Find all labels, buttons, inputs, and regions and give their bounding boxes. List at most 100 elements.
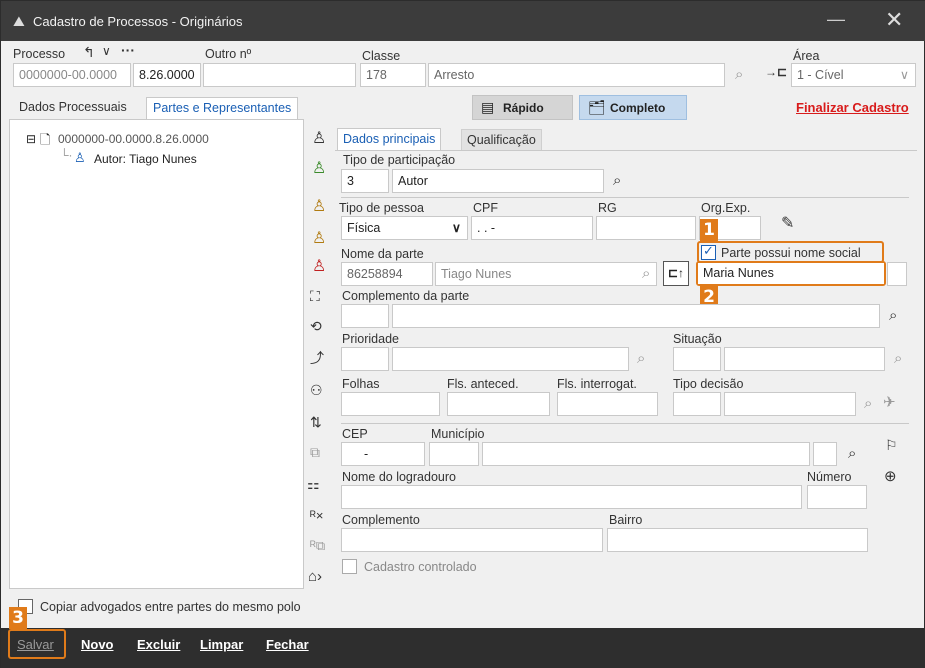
tree-child-label[interactable]: Autor: Tiago Nunes xyxy=(94,152,197,166)
tipo-participacao-name-input[interactable]: Autor xyxy=(392,169,604,193)
more-icon[interactable]: ··· xyxy=(121,43,135,57)
tab-qualificacao[interactable]: Qualificação xyxy=(461,129,542,151)
search-icon[interactable]: ⌕ xyxy=(889,308,897,323)
tab-dados-principais[interactable]: Dados principais xyxy=(337,128,442,150)
finalizar-cadastro-link[interactable]: Finalizar Cadastro xyxy=(796,100,909,115)
back-arrow-icon[interactable]: ↰ xyxy=(83,45,95,59)
divider xyxy=(341,197,909,198)
window-title: Cadastro de Processos - Originários xyxy=(33,14,243,29)
limpar-button[interactable]: Limpar xyxy=(198,637,245,652)
folhas-input[interactable] xyxy=(341,392,440,416)
tab-dados-processuais[interactable]: Dados Processuais xyxy=(13,97,133,119)
nome-parte-label: Nome da parte xyxy=(341,247,424,261)
prioridade-input[interactable] xyxy=(392,347,629,371)
swap-name-button[interactable]: ⊏↑ xyxy=(663,261,689,286)
person-copy-icon[interactable]: ᴿ⧉ xyxy=(310,539,325,552)
sort-icon[interactable]: ⇅ xyxy=(310,415,322,429)
situacao-code-input[interactable] xyxy=(673,347,721,371)
map-icon[interactable]: ⚐ xyxy=(885,438,898,452)
view-rapido-button[interactable]: ▤ Rápido xyxy=(472,95,573,120)
party-3-icon[interactable]: ♙ xyxy=(312,199,326,215)
view-completo-button[interactable]: 🗂 Completo xyxy=(579,95,687,120)
municipio-input[interactable] xyxy=(482,442,810,466)
bairro-input[interactable] xyxy=(607,528,868,552)
search-icon[interactable]: ⌕ xyxy=(613,173,621,188)
tree-root-label[interactable]: 0000000-00.0000.8.26.0000 xyxy=(58,132,209,146)
arrow-up-icon: ⊏↑ xyxy=(667,266,685,280)
persons-icon[interactable]: ⚇ xyxy=(310,383,323,397)
map-add-icon[interactable]: ⊕ xyxy=(884,469,897,484)
party-p-icon[interactable]: ♙ xyxy=(312,161,326,177)
bairro-label: Bairro xyxy=(609,513,643,527)
pencil-icon[interactable]: ✎ xyxy=(781,216,794,232)
nome-parte-input[interactable]: Tiago Nunes xyxy=(435,262,657,286)
excluir-button[interactable]: Excluir xyxy=(135,637,182,652)
party-r-icon[interactable]: ♙ xyxy=(312,231,326,247)
tipo-pessoa-value: Física xyxy=(347,221,381,235)
home-arrow-icon[interactable]: ⌂› xyxy=(308,569,322,584)
step-badge-1: 1 xyxy=(700,219,718,241)
complemento-parte-input[interactable] xyxy=(392,304,880,328)
pin-icon[interactable]: ✈ xyxy=(883,395,896,410)
nome-parte-code-input[interactable]: 86258894 xyxy=(341,262,433,286)
logradouro-input[interactable] xyxy=(341,485,802,509)
fls-anteced-input[interactable] xyxy=(447,392,550,416)
list-icon: ▤ xyxy=(481,99,495,115)
search-icon[interactable]: ⌕ xyxy=(894,351,902,366)
fls-interrogat-input[interactable] xyxy=(557,392,658,416)
numero-input[interactable] xyxy=(807,485,867,509)
person-x-icon[interactable]: ᴿ× xyxy=(310,509,323,522)
area-select[interactable]: 1 - Cível ∨ xyxy=(791,63,916,87)
tab-partes-representantes[interactable]: Partes e Representantes xyxy=(146,97,299,119)
municipio-code-input[interactable] xyxy=(429,442,479,466)
situacao-label: Situação xyxy=(673,332,722,346)
complemento-label: Complemento xyxy=(342,513,420,527)
classe-name-input[interactable]: Arresto xyxy=(428,63,725,87)
rg-input[interactable] xyxy=(596,216,696,240)
novo-button[interactable]: Novo xyxy=(79,637,116,652)
cep-input[interactable]: - xyxy=(341,442,425,466)
link-icon[interactable]: →⊏ xyxy=(765,66,787,78)
cadastro-controlado-checkbox[interactable] xyxy=(342,559,357,574)
outro-numero-input[interactable] xyxy=(203,63,356,87)
party-icon[interactable]: ♙ xyxy=(312,131,326,147)
processo-input[interactable]: 0000000-00.0000 xyxy=(13,63,131,87)
divider xyxy=(341,423,909,424)
document-search-icon[interactable]: ⧉ xyxy=(310,445,320,459)
tree-connector: └· xyxy=(60,148,73,162)
search-icon[interactable]: ⌕ xyxy=(642,266,650,281)
minimize-button[interactable]: — xyxy=(827,9,845,30)
fechar-button[interactable]: Fechar xyxy=(264,637,311,652)
search-icon[interactable]: ⌕ xyxy=(735,67,743,82)
nome-social-extra-input[interactable] xyxy=(887,262,907,286)
logradouro-label: Nome do logradouro xyxy=(342,470,456,484)
nome-social-input[interactable]: Maria Nunes xyxy=(698,263,884,284)
complemento-parte-code-input[interactable] xyxy=(341,304,389,328)
prioridade-code-input[interactable] xyxy=(341,347,389,371)
cpf-label: CPF xyxy=(473,201,498,215)
tipo-decisao-input[interactable] xyxy=(724,392,856,416)
classe-code-input[interactable]: 178 xyxy=(360,63,426,87)
tipo-pessoa-select[interactable]: Física ∨ xyxy=(341,216,468,240)
chevron-down-icon: ∨ xyxy=(451,221,461,235)
close-button[interactable]: ✕ xyxy=(885,7,903,33)
search-icon[interactable]: ⌕ xyxy=(637,351,645,366)
processo-suffix-input[interactable]: 8.26.0000 xyxy=(133,63,201,87)
tipo-participacao-code-input[interactable]: 3 xyxy=(341,169,389,193)
nome-social-checkbox[interactable]: ✓ xyxy=(701,243,716,260)
tree-expand-icon[interactable]: ⊟ xyxy=(26,132,36,146)
cpf-input[interactable]: . . - xyxy=(471,216,593,240)
person-remove-icon[interactable]: ⛶ xyxy=(310,289,320,303)
search-icon[interactable]: ⌕ xyxy=(864,396,872,411)
municipio-extra-input[interactable] xyxy=(813,442,837,466)
situacao-input[interactable] xyxy=(724,347,885,371)
party-remove-icon[interactable]: ♙ xyxy=(312,259,326,275)
tipo-decisao-code-input[interactable] xyxy=(673,392,721,416)
handshake-icon[interactable]: ⚏ xyxy=(307,477,320,491)
person-transfer-icon[interactable]: ⟲ xyxy=(310,319,322,333)
person-run-icon[interactable]: ⤴ xyxy=(310,351,324,365)
complemento-input[interactable] xyxy=(341,528,603,552)
chevron-down-icon[interactable]: ∨ xyxy=(102,45,111,57)
municipio-label: Município xyxy=(431,427,485,441)
search-icon[interactable]: ⌕ xyxy=(848,446,856,461)
